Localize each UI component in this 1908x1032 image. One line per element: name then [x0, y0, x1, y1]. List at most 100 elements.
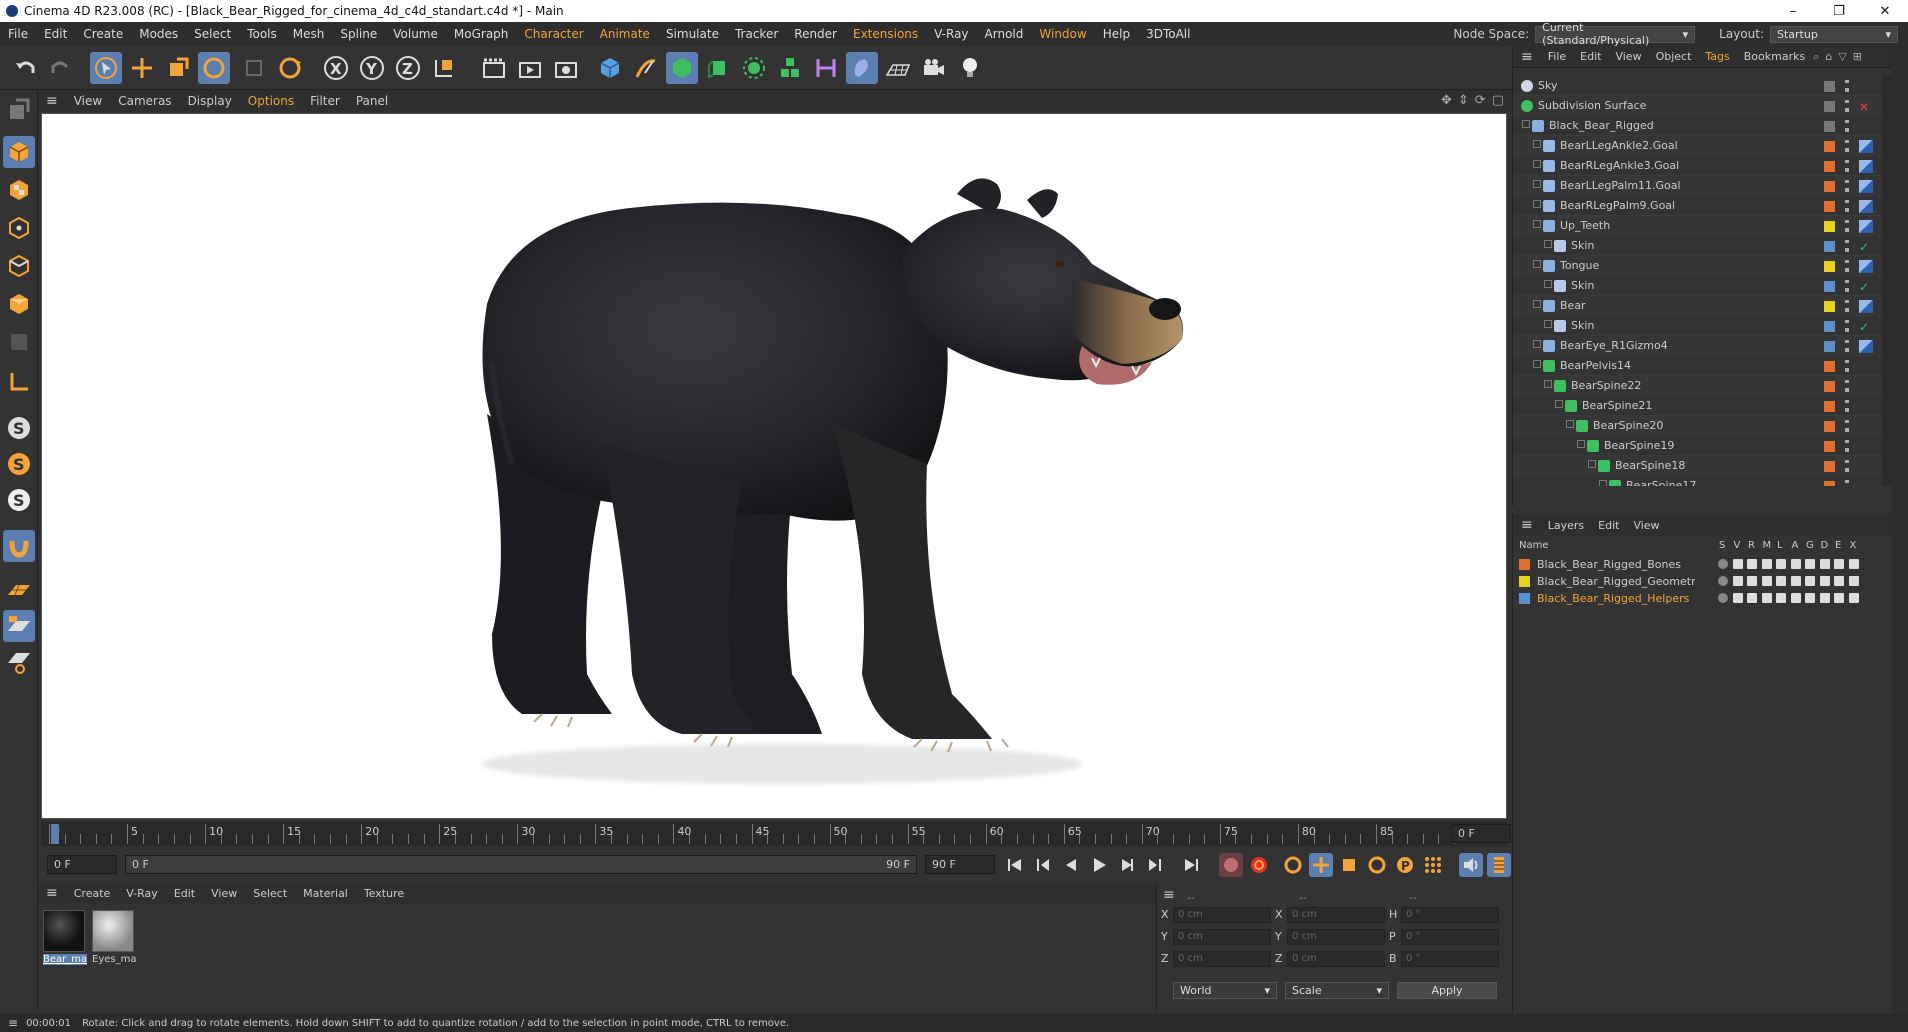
object-menu-file[interactable]: File [1541, 50, 1573, 63]
object-row-skin[interactable]: Skin ✓ [1513, 236, 1893, 256]
ik-tag-icon[interactable] [1859, 200, 1873, 213]
layer-color-swatch[interactable] [1824, 321, 1835, 332]
planar-workplane-button[interactable] [3, 646, 35, 678]
material-swatch-eyes[interactable]: Eyes_ma [92, 910, 136, 965]
coords-rotation-field[interactable]: 0 ° [1401, 929, 1499, 945]
material-menu-material[interactable]: Material [295, 887, 356, 900]
tree-expand-icon[interactable] [1533, 200, 1541, 208]
material-menu-edit[interactable]: Edit [166, 887, 203, 900]
object-row-bear[interactable]: Bear [1513, 296, 1893, 316]
menu-tracker[interactable]: Tracker [727, 27, 786, 41]
layer-color-swatch[interactable] [1824, 481, 1835, 486]
tree-expand-icon[interactable] [1533, 340, 1541, 348]
layer-color-swatch[interactable] [1824, 421, 1835, 432]
visibility-dots-icon[interactable] [1845, 180, 1849, 192]
pan-icon[interactable]: ✥ [1441, 93, 1452, 108]
snap-settings-button[interactable]: S [3, 448, 35, 480]
menu-modes[interactable]: Modes [131, 27, 186, 41]
new-window-icon[interactable]: ⊞ [1853, 50, 1862, 64]
layer-color-swatch[interactable] [1824, 301, 1835, 312]
texture-mode-button[interactable] [3, 174, 35, 206]
go-to-start-button[interactable] [1003, 853, 1027, 877]
viewport-menu-filter[interactable]: Filter [302, 94, 348, 108]
menu-window[interactable]: Window [1031, 27, 1094, 41]
workplane-button[interactable] [3, 574, 35, 606]
layer-color-swatch[interactable] [1824, 241, 1835, 252]
tree-expand-icon[interactable] [1533, 360, 1541, 368]
layer-toggle-e-icon[interactable] [1834, 593, 1844, 603]
layer-color-swatch[interactable] [1824, 461, 1835, 472]
search-icon[interactable]: ⌕ [1813, 50, 1819, 64]
scale-button[interactable] [162, 52, 194, 84]
hamburger-icon[interactable]: ≡ [1513, 49, 1541, 65]
viewport-menu-panel[interactable]: Panel [348, 94, 396, 108]
layer-toggle-v-icon[interactable] [1732, 593, 1743, 603]
layer-toggle-v-icon[interactable] [1732, 559, 1743, 569]
tree-expand-icon[interactable] [1533, 160, 1541, 168]
layer-color-swatch[interactable] [1824, 401, 1835, 412]
y-axis-button[interactable]: Y [356, 52, 388, 84]
menu-3dtoall[interactable]: 3DToAll [1138, 27, 1198, 41]
locked-workplane-button[interactable] [3, 610, 35, 642]
cube-button[interactable] [594, 52, 626, 84]
coords-position-field[interactable]: 0 cm [1173, 907, 1271, 923]
tweak-mode-button[interactable] [3, 530, 35, 562]
render-view-button[interactable] [478, 52, 510, 84]
checkmark-icon[interactable]: ✓ [1859, 280, 1873, 294]
autokey-button[interactable] [1247, 853, 1271, 877]
apply-button[interactable]: Apply [1397, 982, 1497, 999]
recent-tool-button[interactable] [238, 52, 270, 84]
layer-toggle-x-icon[interactable] [1848, 593, 1859, 603]
layer-color-swatch[interactable] [1824, 281, 1835, 292]
tree-expand-icon[interactable] [1566, 420, 1574, 428]
visibility-check-icon[interactable] [1824, 121, 1835, 132]
layer-toggle-e-icon[interactable] [1834, 576, 1844, 586]
toggle-layout-icon[interactable]: ▢ [1492, 93, 1504, 108]
next-frame-button[interactable] [1115, 853, 1139, 877]
edges-mode-button[interactable] [3, 250, 35, 282]
menu-volume[interactable]: Volume [385, 27, 446, 41]
pen-spline-button[interactable] [630, 52, 662, 84]
extrude-button[interactable] [702, 52, 734, 84]
material-swatch-bear[interactable]: Bear_ma [43, 910, 87, 965]
object-row-bearspine21[interactable]: BearSpine21 [1513, 396, 1893, 416]
checkmark-icon[interactable]: ✓ [1859, 240, 1873, 254]
object-tree-scrollbar[interactable] [1882, 76, 1892, 486]
layer-toggle-r-icon[interactable] [1747, 576, 1757, 586]
visibility-check-icon[interactable] [1824, 101, 1835, 112]
axis-mode-button[interactable] [3, 366, 35, 398]
mograph-cloner-button[interactable] [738, 52, 770, 84]
minimize-button[interactable]: – [1770, 4, 1816, 19]
tree-expand-icon[interactable] [1533, 300, 1541, 308]
ik-tag-icon[interactable] [1859, 220, 1873, 233]
menu-mesh[interactable]: Mesh [285, 27, 333, 41]
scale-dropdown[interactable]: Scale ▾ [1285, 982, 1389, 999]
layer-row[interactable]: Black_Bear_Rigged_Bones [1513, 556, 1893, 573]
move-button[interactable] [126, 52, 158, 84]
object-row-black-bear-rigged[interactable]: Black_Bear_Rigged [1513, 116, 1893, 136]
render-settings-button[interactable] [550, 52, 582, 84]
hamburger-icon[interactable]: ≡ [38, 885, 66, 901]
object-menu-bookmarks[interactable]: Bookmarks [1737, 50, 1812, 63]
ik-tag-icon[interactable] [1859, 340, 1873, 353]
tree-expand-icon[interactable] [1544, 320, 1552, 328]
visibility-dots-icon[interactable] [1845, 400, 1849, 412]
timeline-view-button[interactable] [1487, 853, 1511, 877]
visibility-dots-icon[interactable] [1845, 380, 1849, 392]
object-row-skin[interactable]: Skin ✓ [1513, 276, 1893, 296]
menu-extensions[interactable]: Extensions [845, 27, 926, 41]
visibility-dots-icon[interactable] [1845, 200, 1849, 212]
layer-color-swatch[interactable] [1824, 141, 1835, 152]
menu-v-ray[interactable]: V-Ray [926, 27, 976, 41]
tree-expand-icon[interactable] [1522, 120, 1530, 128]
visibility-dots-icon[interactable] [1845, 240, 1849, 252]
layer-menu-edit[interactable]: Edit [1591, 519, 1626, 532]
menu-mograph[interactable]: MoGraph [446, 27, 517, 41]
right-tab-strip[interactable] [1892, 46, 1908, 1014]
polygons-mode-button[interactable] [3, 288, 35, 320]
points-mode-button[interactable] [3, 212, 35, 244]
layer-color-swatch[interactable] [1824, 221, 1835, 232]
object-row-bearspine22[interactable]: BearSpine22 [1513, 376, 1893, 396]
point-level-key-button[interactable] [1421, 853, 1445, 877]
object-row-bearrlegpalm9-goal[interactable]: BearRLegPalm9.Goal [1513, 196, 1893, 216]
